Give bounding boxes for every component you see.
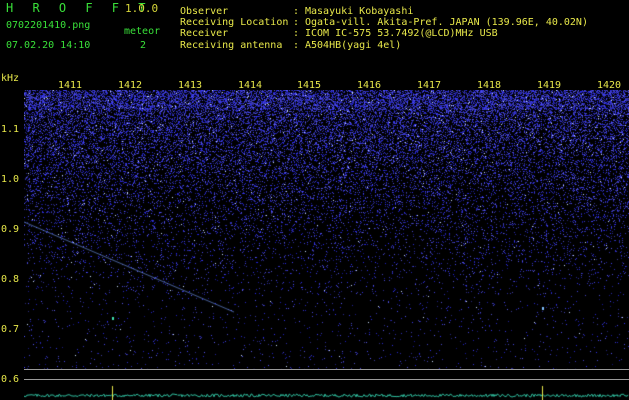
y-unit-label: kHz (1, 73, 20, 84)
meteor-label: meteor (124, 26, 161, 37)
spectrogram-canvas (24, 90, 629, 370)
y-tick-0.6: 0.6 (1, 374, 20, 385)
y-tick-1.1: 1.1 (1, 124, 20, 135)
signal-trace (24, 383, 629, 400)
date-time: 07.02.20 14:10 (6, 40, 91, 51)
y-tick-0.8: 0.8 (1, 274, 20, 285)
receiver-key: Receiver (180, 28, 229, 39)
y-tick-0.9: 0.9 (1, 224, 20, 235)
meteor-count: 2 (140, 40, 147, 51)
antenna-key: Receiving antenna (180, 40, 283, 51)
antenna-sep: : (293, 40, 300, 51)
antenna-value: A504HB(yagi 4el) (305, 40, 402, 51)
receiver-sep: : (293, 28, 300, 39)
reference-line-upper (24, 369, 629, 370)
file-name: 0702201410.png (6, 20, 91, 31)
receiver-value: ICOM IC-575 53.7492(@LCD)MHz USB (305, 28, 498, 39)
y-tick-1.0: 1.0 (1, 174, 20, 185)
reference-line-lower (24, 379, 629, 380)
app-version: 1.0.0 (125, 2, 159, 15)
y-tick-0.7: 0.7 (1, 324, 20, 335)
